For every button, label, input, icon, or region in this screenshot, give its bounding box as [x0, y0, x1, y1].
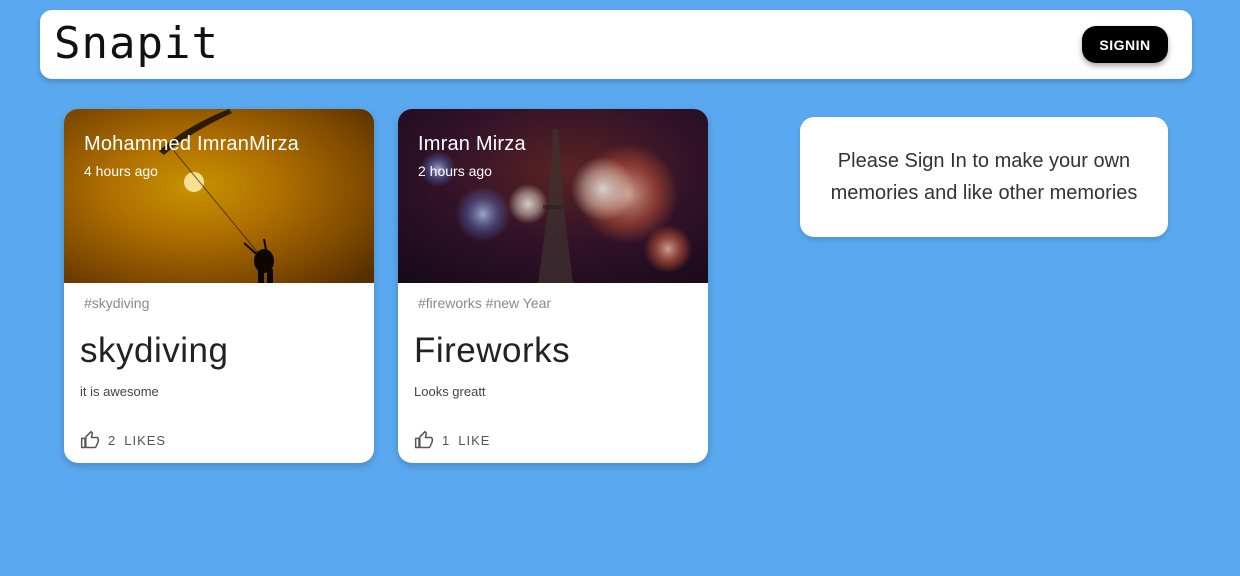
thumbs-up-icon	[80, 430, 100, 450]
like-label: LIKES	[124, 432, 167, 448]
app-bar: Snapit SIGNIN	[40, 10, 1192, 79]
thumbs-up-icon	[414, 430, 434, 450]
post-card: Mohammed ImranMirza 4 hours ago #skydivi…	[64, 109, 374, 463]
post-time: 4 hours ago	[84, 163, 158, 179]
post-message: it is awesome	[80, 384, 159, 399]
post-card: Imran Mirza 2 hours ago #fireworks #new …	[398, 109, 708, 463]
like-button[interactable]: 1 LIKE	[410, 427, 494, 453]
post-title: skydiving	[80, 331, 229, 370]
like-count: 1	[442, 432, 451, 448]
like-count: 2	[108, 432, 117, 448]
signin-button[interactable]: SIGNIN	[1082, 26, 1168, 63]
post-time: 2 hours ago	[418, 163, 492, 179]
post-author: Imran Mirza	[418, 133, 526, 155]
app-logo[interactable]: Snapit	[54, 16, 219, 72]
post-tags: #fireworks #new Year	[418, 295, 552, 311]
signin-notice: Please Sign In to make your own memories…	[800, 117, 1168, 237]
like-button[interactable]: 2 LIKES	[76, 427, 170, 453]
like-label: LIKE	[458, 432, 491, 448]
signin-notice-text: Please Sign In to make your own memories…	[830, 150, 1138, 204]
post-author: Mohammed ImranMirza	[84, 133, 299, 155]
post-tags: #skydiving	[84, 295, 150, 311]
post-title: Fireworks	[414, 331, 571, 370]
post-message: Looks greatt	[414, 384, 486, 399]
